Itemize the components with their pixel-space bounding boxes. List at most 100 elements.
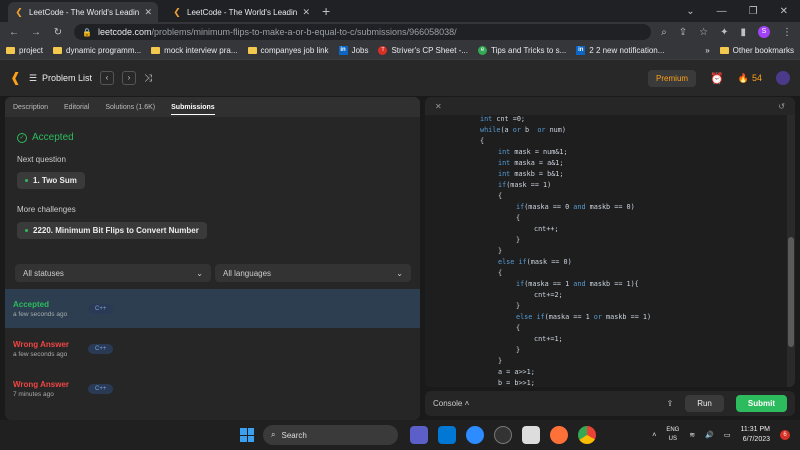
bookmark-item[interactable]: Other bookmarks [719,46,794,55]
new-tab-button[interactable]: + [322,2,330,22]
back-icon[interactable]: ← [8,27,20,38]
user-avatar[interactable] [776,71,790,85]
submit-button[interactable]: Submit [735,395,787,412]
github-icon[interactable] [494,426,512,444]
code-editor[interactable]: ✕ ↺ int cnt =0; while(a or b or num){int … [425,97,795,387]
clock[interactable]: 11:31 PM 6/7/2023 [741,425,770,445]
tab-solutions[interactable]: Solutions (1.6K) [105,104,155,111]
bookmark-item[interactable]: in 2 2 new notification... [576,46,664,55]
run-button[interactable]: Run [685,395,724,412]
submission-row[interactable]: Wrong Answer a few seconds ago C++ [5,329,420,368]
console-toggle[interactable]: Console ˄ [433,399,469,408]
maximize-icon[interactable]: ❐ [749,6,758,17]
prev-problem-button[interactable]: ‹ [100,71,115,85]
tab-editorial[interactable]: Editorial [64,104,89,111]
teams-icon[interactable] [410,426,428,444]
wifi-icon[interactable]: ≋ [689,431,695,439]
code-line[interactable]: int maska = a&1; [480,158,651,169]
browser-tab[interactable]: ❮ LeetCode - The World's Leading ✕ [166,2,316,22]
more-challenge-chip[interactable]: 2220. Minimum Bit Flips to Convert Numbe… [17,222,207,239]
bookmark-item[interactable]: companyes job link [247,46,329,55]
windows-start-icon[interactable] [240,428,254,442]
code-line[interactable]: a = a>>1; [480,367,651,378]
code-line[interactable]: { [480,191,651,202]
code-line[interactable]: cnt+=2; [480,290,651,301]
close-icon[interactable]: ✕ [435,102,442,111]
code-line[interactable]: else if(maska == 1 or maskb == 1) [480,312,651,323]
share-icon[interactable]: ⇪ [679,27,687,38]
minimize-icon[interactable]: — [717,6,727,17]
bookmark-item[interactable]: project [6,46,43,55]
volume-icon[interactable]: 🔊 [705,431,714,439]
submission-row[interactable]: Wrong Answer 7 minutes ago C++ [5,369,420,408]
bookmarks-overflow-icon[interactable]: » [705,46,709,55]
language-filter-select[interactable]: All languages ⌄ [215,264,411,282]
vscode-icon[interactable] [438,426,456,444]
code-line[interactable]: while(a or b or num) [480,125,651,136]
code-line[interactable]: cnt++; [480,224,651,235]
code-line[interactable]: } [480,356,651,367]
bookmark-star-icon[interactable]: ☆ [699,27,708,38]
chevron-up-icon[interactable]: ˄ [652,432,656,439]
sidepanel-icon[interactable]: ▮ [740,27,746,38]
bookmark-item[interactable]: e Tips and Tricks to s... [477,46,566,55]
status-filter-select[interactable]: All statuses ⌄ [15,264,211,282]
taskbar-search[interactable]: ⌕ Search [263,425,398,445]
alarm-clock-icon[interactable]: ⏰ [710,72,724,85]
code-line[interactable]: b = b>>1; [480,378,651,387]
forward-icon[interactable]: → [30,27,42,38]
notification-badge[interactable]: 6 [780,430,790,440]
upload-icon[interactable]: ⇪ [667,399,674,408]
reset-icon[interactable]: ↺ [778,102,785,111]
code-line[interactable]: { [480,136,651,147]
chrome-icon[interactable] [578,426,596,444]
code-line[interactable]: } [480,345,651,356]
code-line[interactable]: } [480,235,651,246]
code-line[interactable]: if(maska == 1 and maskb == 1){ [480,279,651,290]
battery-icon[interactable]: ▭ [724,431,731,439]
next-problem-button[interactable]: › [122,71,137,85]
close-tab-icon[interactable]: ✕ [144,7,152,18]
bookmark-item[interactable]: dynamic programm... [53,46,141,55]
tab-search-icon[interactable]: ⌄ [686,6,694,17]
streak-counter[interactable]: 🔥 54 [738,73,762,84]
tab-submissions[interactable]: Submissions [171,100,215,115]
profile-avatar[interactable]: S [758,26,770,38]
code-line[interactable]: int maskb = b&1; [480,169,651,180]
code-line[interactable]: } [480,246,651,257]
code-line[interactable]: if(maska == 0 and maskb == 0) [480,202,651,213]
zoom-app-icon[interactable] [466,426,484,444]
editor-scroll-thumb[interactable] [788,237,794,347]
close-window-icon[interactable]: ✕ [780,6,788,17]
bookmark-item[interactable]: in Jobs [338,46,368,55]
submission-row[interactable]: Accepted a few seconds ago C++ [5,289,420,328]
code-line[interactable]: { [480,323,651,334]
menu-kebab-icon[interactable]: ⋮ [782,27,792,38]
code-line[interactable]: { [480,268,651,279]
extensions-icon[interactable]: ✦ [720,27,728,38]
close-tab-icon[interactable]: ✕ [302,7,310,18]
bookmark-item[interactable]: mock interview pra... [151,46,238,55]
code-line[interactable]: int mask = num&1; [480,147,651,158]
code-line[interactable]: { [480,213,651,224]
code-line[interactable]: if(mask == 1) [480,180,651,191]
paint-app-icon[interactable] [522,426,540,444]
premium-button[interactable]: Premium [648,69,697,87]
code-content[interactable]: int cnt =0; while(a or b or num){int mask… [480,114,651,387]
reload-icon[interactable]: ↻ [52,27,64,38]
input-language[interactable]: ENG US [666,426,679,444]
next-question-chip[interactable]: 1. Two Sum [17,172,85,189]
code-line[interactable]: } [480,301,651,312]
code-line[interactable]: cnt+=1; [480,334,651,345]
firefox-icon[interactable] [550,426,568,444]
browser-tab-active[interactable]: ❮ LeetCode - The World's Leading ✕ [8,2,158,22]
code-line[interactable]: int cnt =0; [480,114,651,125]
code-line[interactable]: else if(mask == 0) [480,257,651,268]
zoom-icon[interactable]: ⌕ [661,27,667,38]
problem-list-button[interactable]: ☰ Problem List [29,73,92,84]
shuffle-icon[interactable]: ⤨ [144,73,152,84]
bookmark-item[interactable]: T Striver's CP Sheet -... [378,46,468,55]
url-bar[interactable]: 🔒 leetcode.com/problems/minimum-flips-to… [74,24,652,40]
tab-description[interactable]: Description [13,104,48,111]
leetcode-logo-icon[interactable]: ❰ [10,70,21,86]
